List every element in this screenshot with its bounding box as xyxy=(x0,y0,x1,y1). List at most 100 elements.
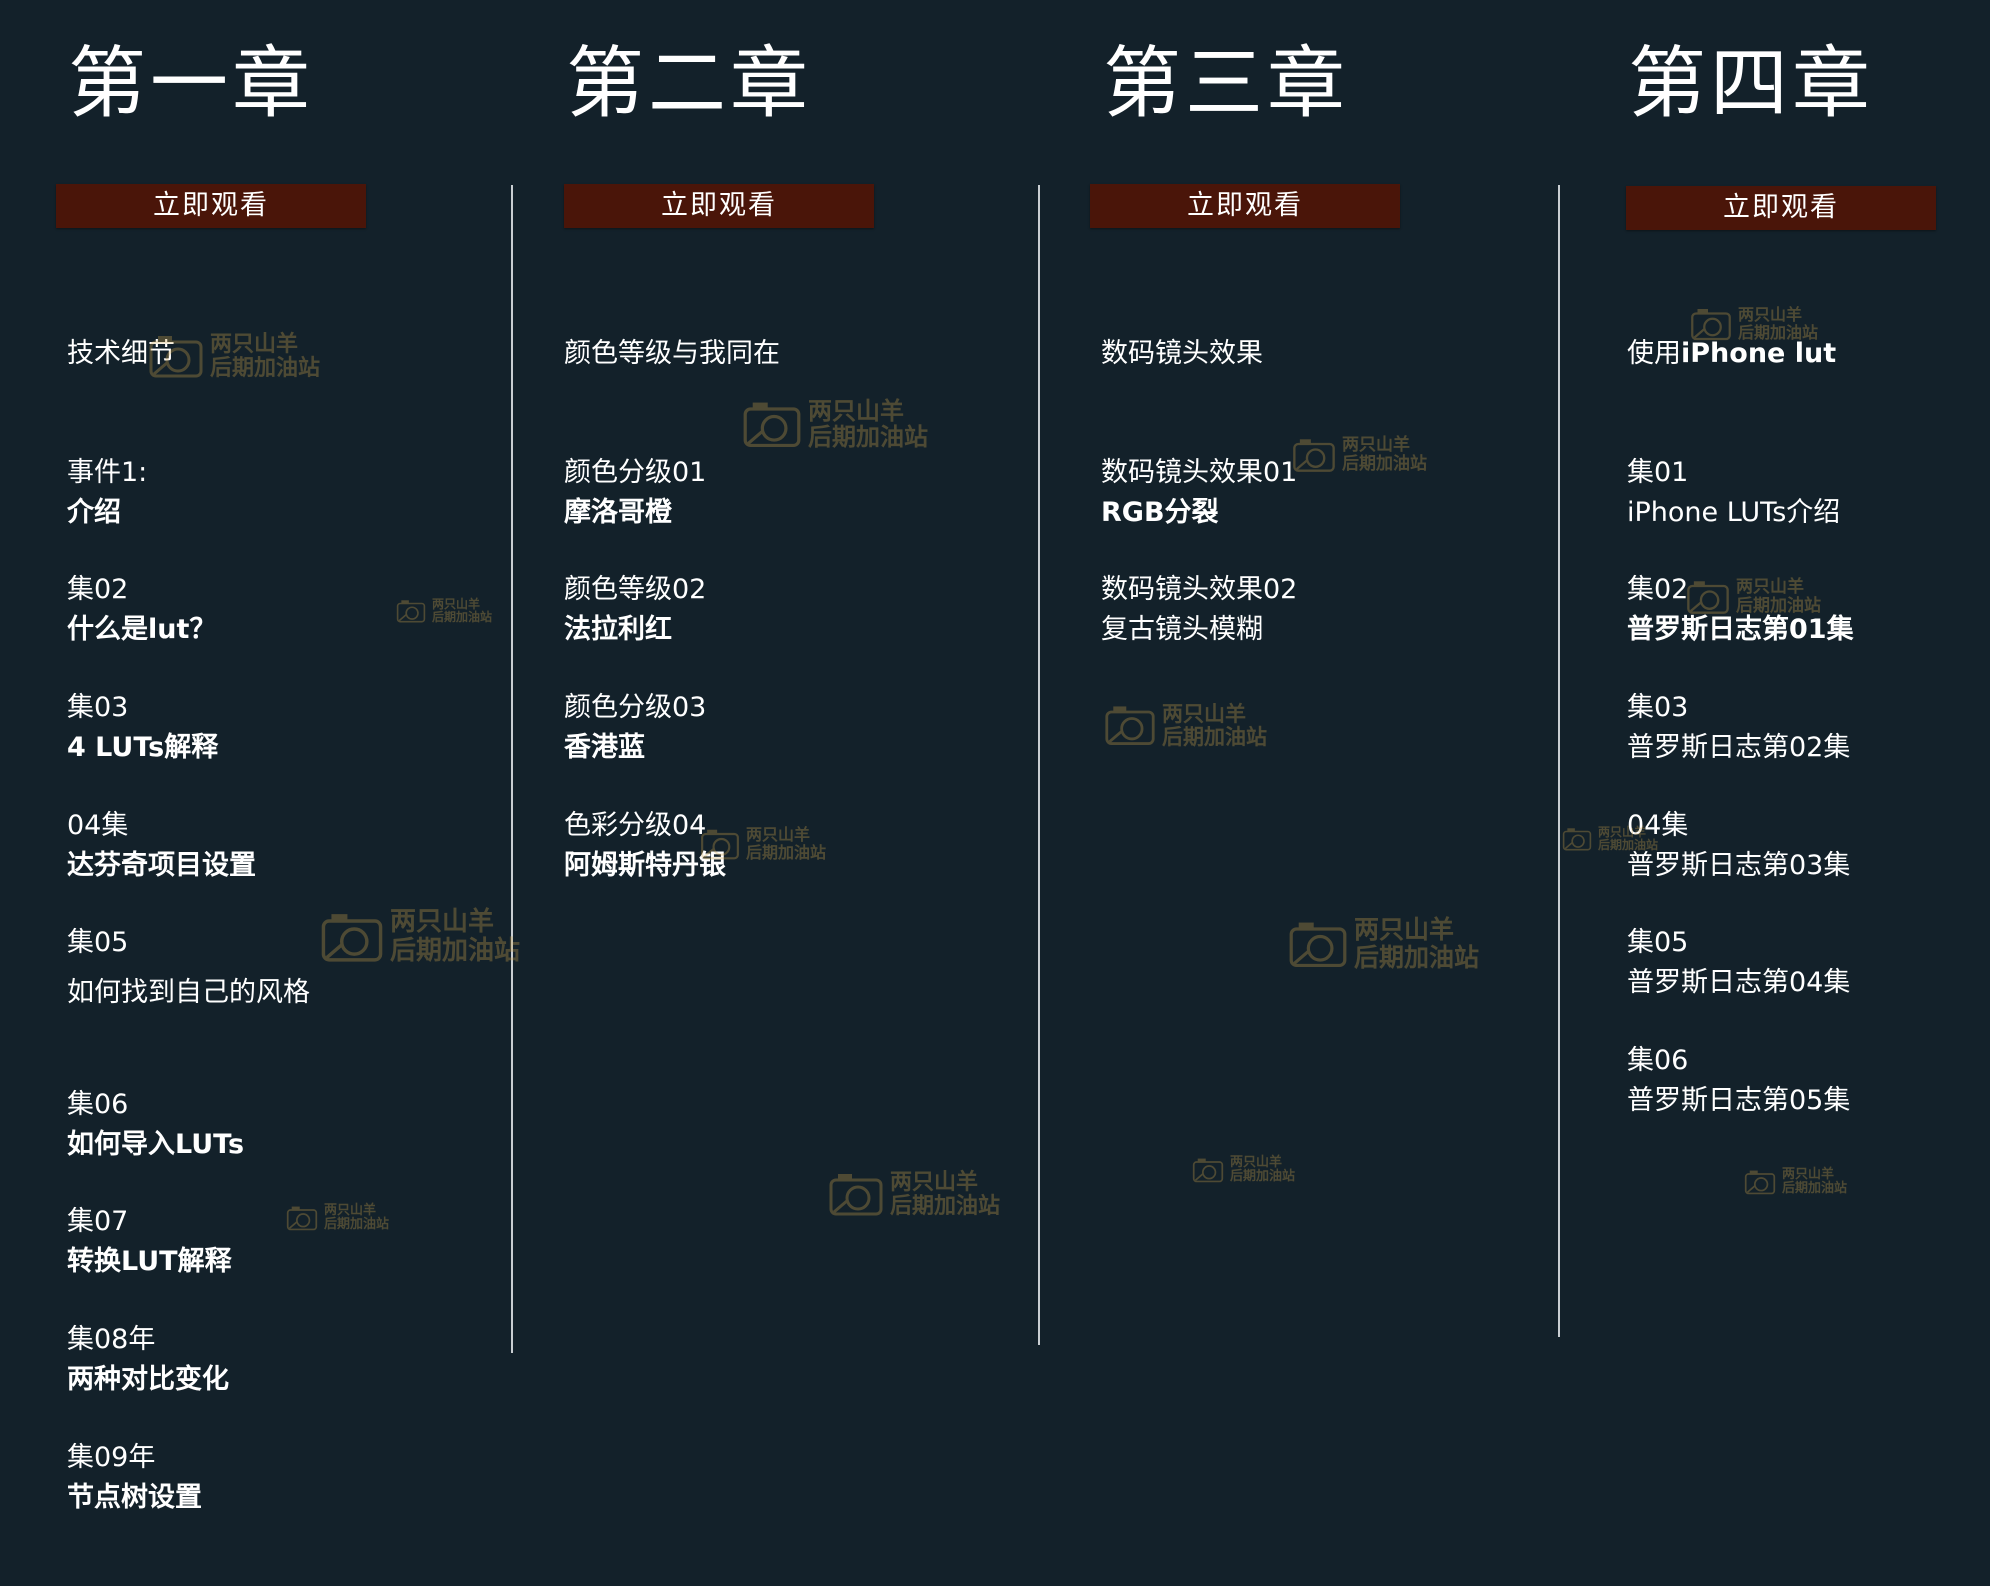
episode-label: 色彩分级04 xyxy=(564,810,707,841)
episode-label: 集03 xyxy=(67,692,129,723)
episode-label: 数码镜头效果01 xyxy=(1101,457,1298,488)
chapter-1-episode-5[interactable]: 集05 如何找到自己的风格 xyxy=(67,923,507,1013)
chapter-2-episode-4[interactable]: 色彩分级04 阿姆斯特丹银 xyxy=(564,806,1004,886)
episode-label: 事件1: xyxy=(67,457,148,488)
watermark-line-1: 两只山羊 xyxy=(890,1169,979,1195)
watermark: 两只山羊 后期加油站 xyxy=(828,1170,1000,1218)
chapter-1-episode-7[interactable]: 集07 转换LUT解释 xyxy=(67,1202,507,1282)
chapter-1-section-title: 技术细节 xyxy=(67,338,175,369)
episode-label: 集02 xyxy=(67,574,129,605)
episode-label: 颜色分级03 xyxy=(564,692,707,723)
episode-name: 4 LUTs解释 xyxy=(67,732,219,763)
chapter-2-episode-2[interactable]: 颜色等级02 法拉利红 xyxy=(564,570,1004,650)
episode-name: 达芬奇项目设置 xyxy=(67,850,256,881)
chapter-2-episode-3[interactable]: 颜色分级03 香港蓝 xyxy=(564,688,1004,768)
episode-name: 普罗斯日志第03集 xyxy=(1627,850,1851,881)
watermark: 两只山羊 后期加油站 xyxy=(1104,702,1267,748)
episode-label: 集09年 xyxy=(67,1442,156,1473)
watermark-line-1: 两只山羊 xyxy=(1162,701,1246,726)
episode-label: 集06 xyxy=(67,1089,129,1120)
chapter-4-title: 第四章 xyxy=(1628,39,1875,129)
episode-name: 法拉利红 xyxy=(564,614,672,645)
chapter-3-episode-1[interactable]: 数码镜头效果01 RGB分裂 xyxy=(1101,453,1541,533)
watermark: 两只山羊 后期加油站 xyxy=(1744,1167,1848,1197)
chapter-3-episode-2[interactable]: 数码镜头效果02 复古镜头模糊 xyxy=(1101,570,1541,650)
chapter-3-title: 第三章 xyxy=(1103,39,1350,129)
watermark-line-1: 两只山羊 xyxy=(1738,305,1803,325)
watermark-line-1: 两只山羊 xyxy=(808,396,904,425)
episode-label: 集05 xyxy=(1627,927,1689,958)
episode-name: 如何导入LUTs xyxy=(67,1129,245,1160)
chapter-4-episode-4[interactable]: 04集 普罗斯日志第03集 xyxy=(1627,806,1957,886)
chapter-2-episode-1[interactable]: 颜色分级01 摩洛哥橙 xyxy=(564,453,1004,533)
watermark-line-2: 后期加油站 xyxy=(210,355,321,382)
chapter-4-section-title: 使用iPhone lut xyxy=(1627,334,1836,374)
watermark-line-1: 两只山羊 xyxy=(210,331,299,357)
episode-name: 介绍 xyxy=(67,497,121,528)
chapter-2-section-title: 颜色等级与我同在 xyxy=(564,338,780,369)
episode-label: 04集 xyxy=(67,810,129,841)
episode-name: RGB分裂 xyxy=(1101,497,1219,528)
episode-name: 转换LUT解释 xyxy=(67,1246,232,1277)
watermark-line-1: 两只山羊 xyxy=(1354,915,1455,944)
chapter-1-episode-2[interactable]: 集02 什么是lut？ xyxy=(67,570,507,650)
chapter-4-episode-1[interactable]: 集01 iPhone LUTs介绍 xyxy=(1627,453,1957,533)
chapter-4-episode-5[interactable]: 集05 普罗斯日志第04集 xyxy=(1627,923,1957,1003)
chapter-3-watch-button[interactable]: 立即观看 xyxy=(1090,184,1400,228)
chapter-1-watch-button[interactable]: 立即观看 xyxy=(56,184,366,228)
episode-name: 节点树设置 xyxy=(67,1482,202,1513)
chapter-4-episode-6[interactable]: 集06 普罗斯日志第05集 xyxy=(1627,1041,1957,1121)
episode-name: 普罗斯日志第04集 xyxy=(1627,967,1851,998)
chapter-1-episode-9[interactable]: 集09年 节点树设置 xyxy=(67,1438,507,1518)
camera-icon xyxy=(1744,1170,1776,1195)
chapter-1-episode-6[interactable]: 集06 如何导入LUTs xyxy=(67,1085,507,1165)
camera-icon xyxy=(1192,1158,1224,1183)
episode-name: 两种对比变化 xyxy=(67,1364,229,1395)
watermark-line-2: 后期加油站 xyxy=(1230,1169,1296,1185)
episode-label: 集05 xyxy=(67,927,129,958)
watermark-line-2: 后期加油站 xyxy=(890,1193,1001,1220)
episode-name: 香港蓝 xyxy=(564,732,645,763)
chapter-1-title: 第一章 xyxy=(68,39,315,129)
chapter-4-watch-button[interactable]: 立即观看 xyxy=(1626,186,1936,230)
episode-label: 集07 xyxy=(67,1206,129,1237)
chapter-2-watch-button[interactable]: 立即观看 xyxy=(564,184,874,228)
watermark: 两只山羊 后期加油站 xyxy=(742,396,928,452)
episode-label: 颜色等级02 xyxy=(564,574,707,605)
episode-name: 如何找到自己的风格 xyxy=(67,977,310,1008)
episode-label: 集01 xyxy=(1627,457,1689,488)
watermark-line-1: 两只山羊 xyxy=(1230,1155,1283,1170)
watermark-line-1: 两只山羊 xyxy=(1782,1167,1835,1182)
column-divider-2 xyxy=(1038,185,1040,1345)
episode-name: 普罗斯日志第01集 xyxy=(1627,614,1854,645)
episode-name: iPhone LUTs介绍 xyxy=(1627,497,1841,528)
episode-label: 集03 xyxy=(1627,692,1689,723)
chapter-1-episode-4[interactable]: 04集 达芬奇项目设置 xyxy=(67,806,507,886)
camera-icon xyxy=(743,402,801,448)
episode-label: 颜色分级01 xyxy=(564,457,707,488)
watermark-line-2: 后期加油站 xyxy=(808,422,928,452)
watermark-line-2: 后期加油站 xyxy=(1354,942,1480,972)
episode-name: 阿姆斯特丹银 xyxy=(564,850,726,881)
camera-icon xyxy=(1105,706,1155,746)
watermark: 两只山羊 后期加油站 xyxy=(1288,916,1479,971)
camera-icon xyxy=(829,1174,883,1216)
episode-name: 普罗斯日志第05集 xyxy=(1627,1085,1851,1116)
watermark-line-2: 后期加油站 xyxy=(1162,724,1267,750)
chapter-1-episode-1[interactable]: 事件1: 介绍 xyxy=(67,453,507,533)
camera-icon xyxy=(1562,828,1592,851)
column-divider-1 xyxy=(511,185,513,1353)
watermark-line-2: 后期加油站 xyxy=(1782,1181,1848,1197)
section-title-device: iPhone lut xyxy=(1681,338,1837,369)
episode-label: 数码镜头效果02 xyxy=(1101,574,1298,605)
chapter-4-episode-3[interactable]: 集03 普罗斯日志第02集 xyxy=(1627,688,1957,768)
chapter-3-section-title: 数码镜头效果 xyxy=(1101,338,1263,369)
episode-label: 集02 xyxy=(1627,574,1689,605)
chapter-4-episode-2[interactable]: 集02 普罗斯日志第01集 xyxy=(1627,570,1957,650)
chapter-1-episode-3[interactable]: 集03 4 LUTs解释 xyxy=(67,688,507,768)
camera-icon xyxy=(1289,922,1347,967)
section-title-prefix: 使用 xyxy=(1627,338,1681,369)
episode-name: 复古镜头模糊 xyxy=(1101,614,1263,645)
episode-label: 集06 xyxy=(1627,1045,1689,1076)
chapter-1-episode-8[interactable]: 集08年 两种对比变化 xyxy=(67,1320,507,1400)
